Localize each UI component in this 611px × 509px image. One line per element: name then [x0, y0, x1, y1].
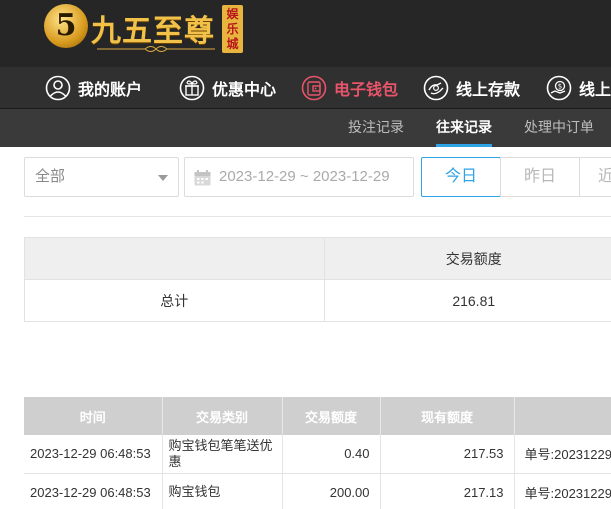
type-select[interactable]: 全部	[24, 157, 179, 197]
column-header-type: 交易类别	[162, 397, 283, 435]
deposit-icon	[423, 75, 449, 101]
brand-logo-icon: 5	[44, 4, 88, 48]
tab-pending-orders[interactable]: 处理中订单	[524, 109, 594, 147]
row-note: 单号:20231229	[514, 435, 611, 474]
date-range-value: 2023-12-29 ~ 2023-12-29	[219, 168, 390, 185]
tab-bet-records[interactable]: 投注记录	[348, 109, 404, 147]
logo-header: 5 九五至尊 娱乐城	[0, 0, 611, 67]
chevron-down-icon	[158, 175, 168, 181]
row-amount: 0.40	[282, 435, 381, 474]
summary-total-row: 总计 216.81	[24, 279, 611, 322]
gift-icon	[179, 75, 205, 101]
nav-online-withdraw[interactable]: $ 线上	[546, 67, 611, 109]
nav-online-deposit[interactable]: 线上存款	[423, 67, 520, 109]
divider	[24, 216, 611, 217]
row-type: 购宝钱包	[162, 473, 283, 509]
wallet-icon	[301, 75, 327, 101]
nav-my-account[interactable]: 我的账户	[45, 67, 142, 109]
user-icon	[45, 75, 71, 101]
calendar-icon	[194, 170, 211, 186]
row-balance: 217.13	[380, 473, 515, 509]
column-header-balance: 现有额度	[380, 397, 515, 435]
today-button[interactable]: 今日	[421, 157, 501, 197]
row-type: 购宝钱包笔笔送优惠	[162, 435, 283, 474]
summary-total-value: 216.81	[323, 279, 611, 322]
column-header-amount: 交易额度	[282, 397, 381, 435]
yesterday-button[interactable]: 昨日	[500, 157, 580, 197]
records-table: 时间 交易类别 交易额度 现有额度 2023-12-29 06:48:53 购宝…	[24, 397, 611, 509]
main-nav: 我的账户 优惠中心 电子钱包 线上存款 $ 线上	[0, 67, 611, 109]
nav-promotions[interactable]: 优惠中心	[179, 67, 276, 109]
summary-total-label: 总计	[24, 279, 325, 322]
date-range-input[interactable]: 2023-12-29 ~ 2023-12-29	[184, 157, 414, 197]
column-header-time: 时间	[24, 397, 163, 435]
summary-header-amount: 交易额度	[323, 237, 611, 280]
records-header-row: 时间 交易类别 交易额度 现有额度	[24, 397, 611, 435]
type-select-value: 全部	[35, 168, 66, 185]
row-time: 2023-12-29 06:48:53	[24, 435, 163, 474]
sub-nav: 投注记录 往来记录 处理中订单	[0, 109, 611, 147]
row-balance: 217.53	[380, 435, 515, 474]
table-row: 2023-12-29 06:48:53 购宝钱包 200.00 217.13 单…	[24, 473, 611, 509]
summary-header-blank	[24, 237, 325, 280]
nav-e-wallet[interactable]: 电子钱包	[301, 67, 398, 109]
page: 5 九五至尊 娱乐城 我的账户 优惠中心 电子钱包 线上存款 $ 线上 投注记录…	[0, 0, 611, 509]
ornament-icon	[97, 46, 215, 52]
row-time: 2023-12-29 06:48:53	[24, 473, 163, 509]
column-header-note	[514, 397, 611, 435]
brand-seal: 娱乐城	[222, 5, 243, 53]
svg-text:$: $	[558, 83, 562, 91]
row-amount: 200.00	[282, 473, 381, 509]
recent-button[interactable]: 近	[579, 157, 611, 197]
row-note: 单号:20231229	[514, 473, 611, 509]
summary-header-row: 交易额度	[24, 237, 611, 280]
withdraw-icon: $	[546, 75, 572, 101]
tab-transaction-records[interactable]: 往来记录	[436, 109, 492, 147]
summary-table: 交易额度 总计 216.81	[24, 237, 611, 322]
table-row: 2023-12-29 06:48:53 购宝钱包笔笔送优惠 0.40 217.5…	[24, 435, 611, 474]
